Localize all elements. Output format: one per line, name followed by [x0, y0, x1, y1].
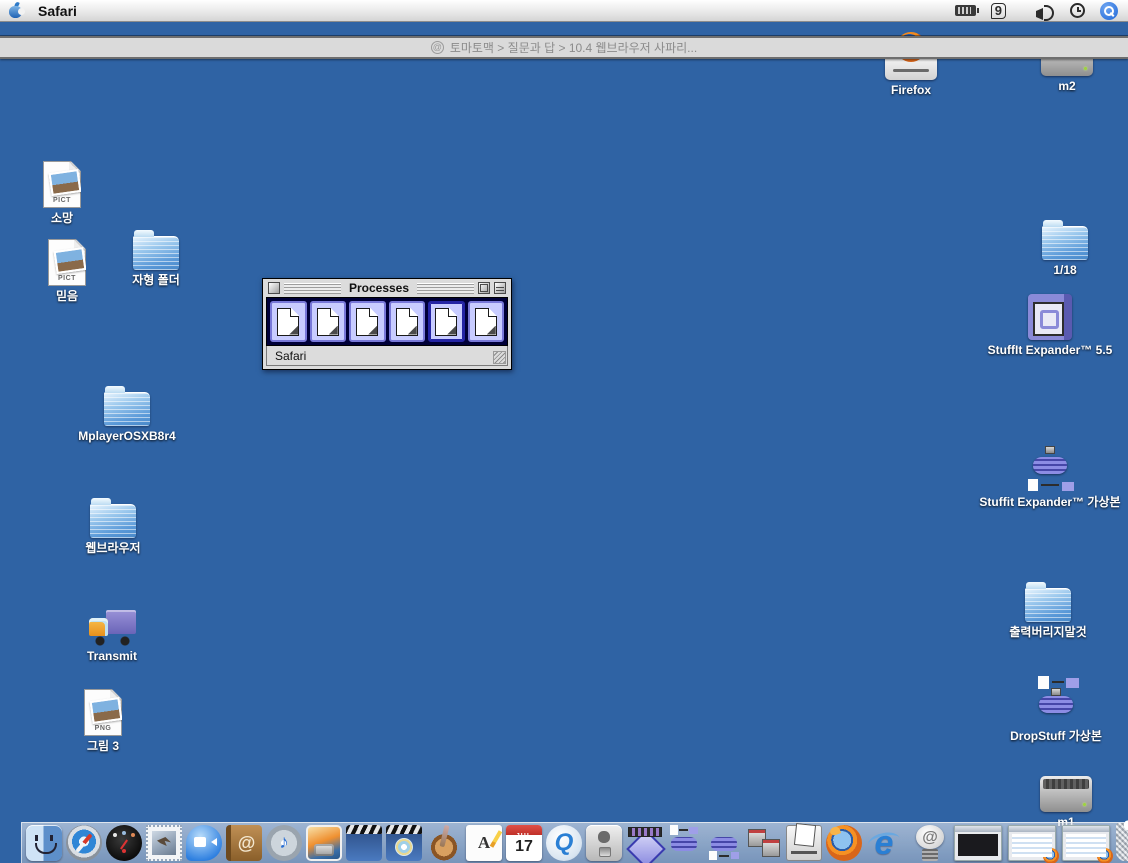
desktop-icon-folder-1-18[interactable]: 1/18 [990, 210, 1128, 277]
dock-disk-copy[interactable] [746, 825, 782, 861]
menu-bar: Safari 9 [0, 0, 1128, 22]
resize-grip[interactable] [493, 351, 506, 364]
document-icon [317, 308, 339, 336]
zoom-box-icon[interactable] [478, 282, 490, 294]
process-slot-2[interactable] [310, 301, 347, 342]
dock-appleworks[interactable]: A [466, 825, 502, 861]
dock-stuffit-dock[interactable] [706, 825, 742, 861]
dock-system-preferences[interactable] [586, 825, 622, 861]
desktop-icon-app-stuffit-expander-55[interactable]: StuffIt Expander™ 5.5 [975, 290, 1125, 357]
dock-dropstuff-dock[interactable] [666, 825, 702, 861]
dock-finder[interactable] [26, 825, 62, 861]
dock-safari[interactable] [66, 825, 102, 861]
desktop-icon-folder-webbrowser[interactable]: 웹브라우저 [38, 488, 188, 555]
document-icon [356, 308, 378, 336]
active-app-menu[interactable]: Safari [30, 3, 91, 19]
process-slot-1[interactable] [270, 301, 307, 342]
dock-mail[interactable] [146, 825, 182, 861]
desktop-icon-app-transmit[interactable]: Transmit [37, 596, 187, 663]
dock-internet-explorer[interactable]: e [866, 825, 902, 861]
dock-itunes[interactable]: ♪ [266, 825, 302, 861]
dock-dashboard[interactable] [106, 825, 142, 861]
dock-garageband[interactable] [426, 825, 462, 861]
dock-classic-media[interactable] [626, 825, 662, 861]
processes-window-title: Processes [345, 281, 413, 295]
volume-icon[interactable] [1036, 4, 1055, 18]
dock-minimized-firefox-window-1[interactable] [1008, 825, 1056, 861]
document-icon [396, 308, 418, 336]
document-icon [435, 308, 457, 336]
dock-minimized-quicktime-window[interactable] [954, 825, 1002, 861]
dock-ical[interactable]: 17 JUL [506, 825, 542, 861]
dock-idvd[interactable] [386, 825, 422, 861]
desktop-icon-folder-jahyeong[interactable]: 자형 폴더 [81, 220, 231, 287]
desktop-icon-drive-m1[interactable]: m1 [991, 762, 1128, 829]
document-icon [277, 308, 299, 336]
dock-quicktime[interactable]: Q [546, 825, 582, 861]
dock-print-center[interactable] [786, 825, 822, 861]
selected-process-label: Safari [275, 349, 306, 363]
process-slot-4[interactable] [389, 301, 426, 342]
desktop-icon-folder-output-keep[interactable]: 출력버리지말것 [973, 572, 1123, 639]
spotlight-icon[interactable] [1100, 2, 1118, 20]
dock-trash[interactable] [1116, 823, 1128, 861]
dock-emailer-classic[interactable]: @ [912, 825, 948, 861]
dock-imovie[interactable] [346, 825, 382, 861]
desktop-icon-alias-stuffit-expander[interactable]: Stuffit Expander™ 가상본 [975, 442, 1125, 509]
processes-window: Processes Safari [262, 278, 512, 370]
desktop-icon-alias-dropstuff[interactable]: DropStuff 가상본 [981, 676, 1128, 743]
apple-menu[interactable] [0, 3, 30, 18]
collapsed-safari-window-titlebar[interactable]: @ 토마토맥 > 질문과 답 > 10.4 웹브라우저 사파리... [0, 36, 1128, 59]
process-slot-5[interactable] [428, 301, 465, 342]
desktop-icon-folder-mplayerosx[interactable]: MplayerOSXB8r4 [52, 376, 202, 443]
close-box-icon[interactable] [268, 282, 280, 294]
at-favicon-icon: @ [431, 41, 444, 54]
process-slot-6[interactable] [468, 301, 505, 342]
desktop-icon-pict-file-somang[interactable]: PICT 소망 [0, 158, 137, 225]
clock-icon[interactable] [1070, 3, 1085, 18]
processes-status-bar: Safari [266, 346, 508, 366]
dock-address-book[interactable]: @ [226, 825, 262, 861]
battery-icon[interactable] [955, 5, 976, 16]
desktop-icon-png-file-geurim-3[interactable]: PNG 그림 3 [28, 686, 178, 753]
document-icon [475, 308, 497, 336]
windowshade-box-icon[interactable] [494, 282, 506, 294]
process-slot-3[interactable] [349, 301, 386, 342]
processes-window-titlebar[interactable]: Processes [266, 279, 508, 297]
apple-logo-icon [9, 3, 22, 18]
dock-firefox[interactable] [826, 825, 862, 861]
desktop-wallpaper[interactable]: Safari 9 @ 토마토맥 > 질문과 답 > 10.4 웹브라우저 사파리… [0, 0, 1128, 863]
dock: @ ♪ A [21, 822, 1128, 863]
dock-ichat[interactable] [186, 825, 222, 861]
dock-minimized-firefox-window-2[interactable] [1062, 825, 1110, 861]
classic-environment-icon[interactable]: 9 [991, 3, 1006, 19]
collapsed-window-title: 토마토맥 > 질문과 답 > 10.4 웹브라우저 사파리... [450, 39, 697, 56]
dock-iphoto[interactable] [306, 825, 342, 861]
